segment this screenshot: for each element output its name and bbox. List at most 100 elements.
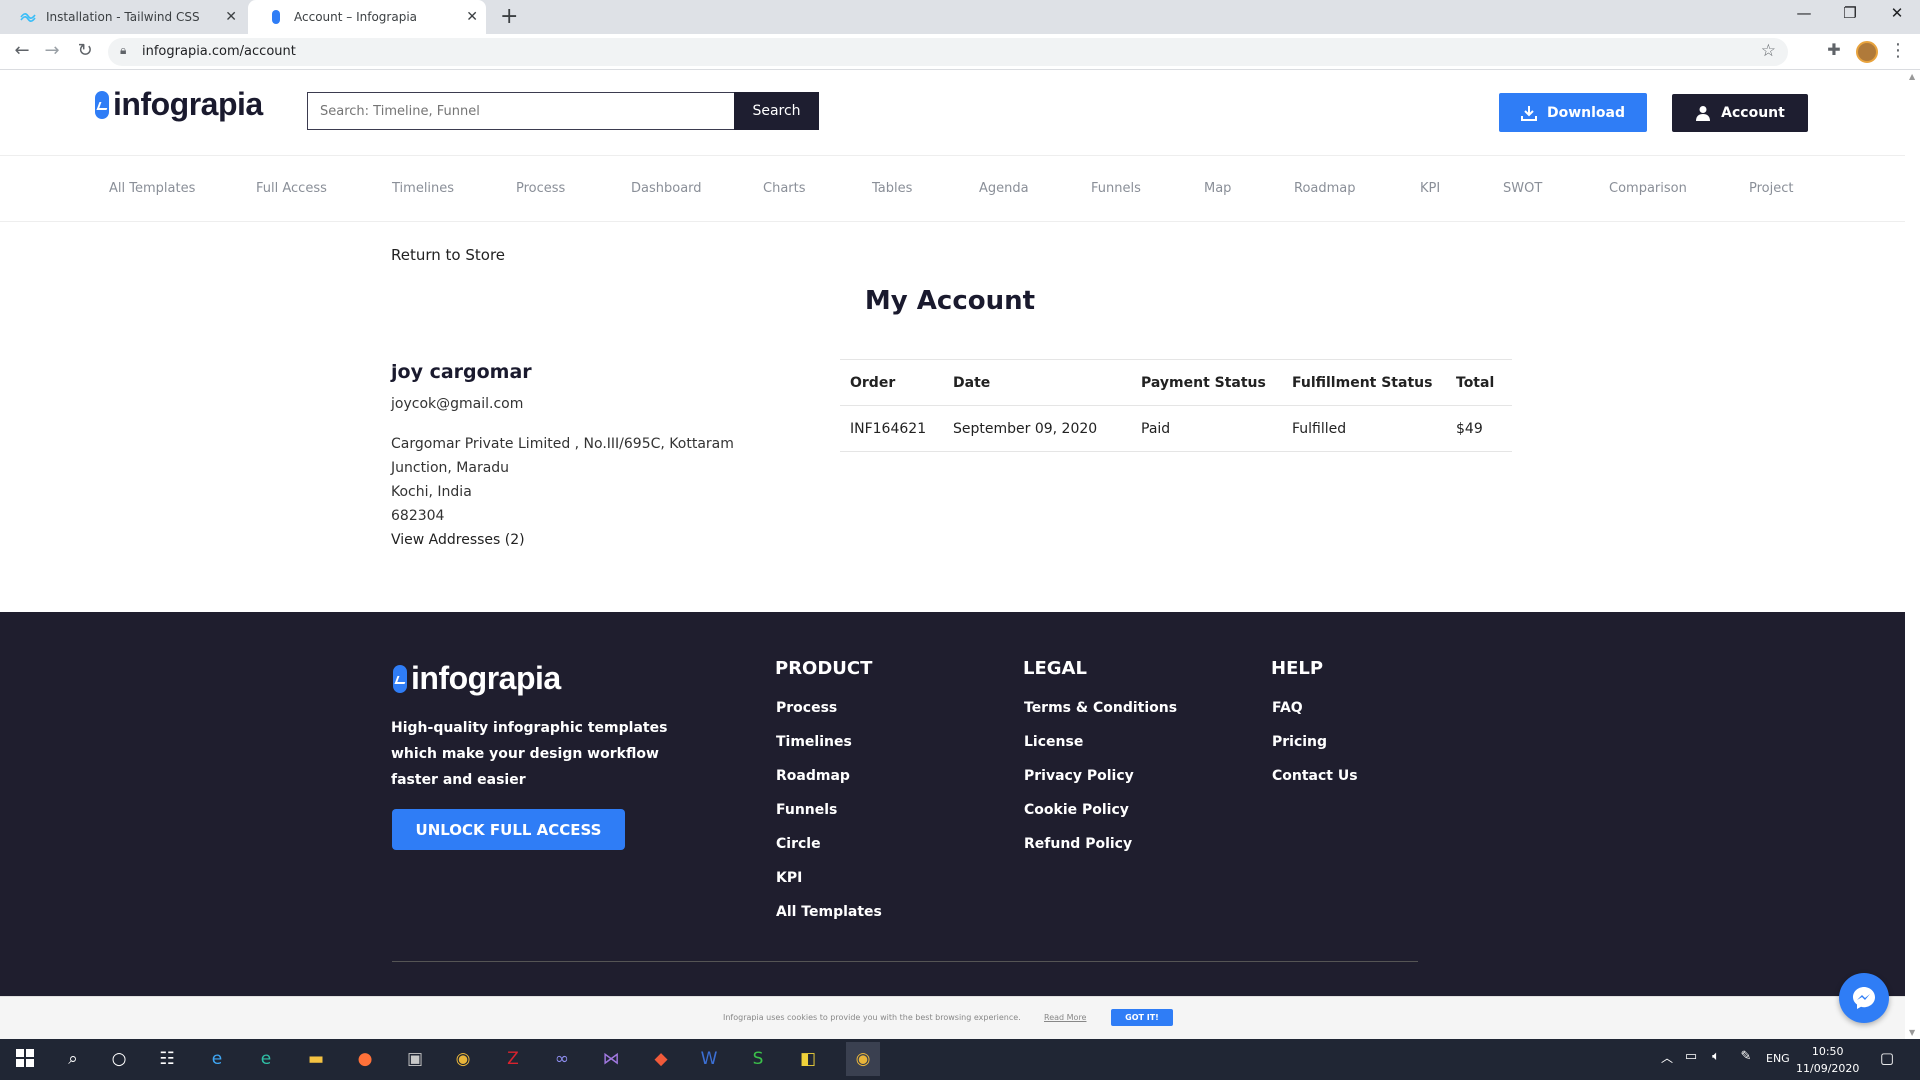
tray-chevron-icon[interactable]: ︿ xyxy=(1656,1049,1678,1071)
windows-start-icon[interactable] xyxy=(14,1049,36,1071)
firefox-icon[interactable]: ● xyxy=(354,1049,376,1071)
footer-link[interactable]: All Templates xyxy=(776,904,882,920)
user-name: joy cargomar xyxy=(391,361,532,383)
download-icon xyxy=(1520,105,1537,121)
visual-studio-icon[interactable]: ⋈ xyxy=(600,1049,622,1071)
clock-date: 11/09/2020 xyxy=(1796,1062,1860,1075)
footer-link[interactable]: Circle xyxy=(776,836,821,852)
footer-link[interactable]: Funnels xyxy=(776,802,837,818)
forward-icon[interactable]: → xyxy=(40,40,64,61)
footer-tagline: High-quality infographic templates which… xyxy=(391,720,668,788)
spreadsheet-icon[interactable]: S xyxy=(747,1049,769,1071)
notifications-icon[interactable]: ▢ xyxy=(1876,1049,1898,1071)
close-tab-icon[interactable]: ✕ xyxy=(466,9,478,25)
search-input[interactable] xyxy=(307,92,735,130)
more-menu-icon[interactable]: ⋮ xyxy=(1886,40,1910,61)
payment-status: Paid xyxy=(1131,405,1282,452)
close-tab-icon[interactable]: ✕ xyxy=(225,9,237,25)
nav-item[interactable]: Dashboard xyxy=(631,181,702,196)
account-button[interactable]: Account xyxy=(1672,94,1808,132)
browser-tab-account[interactable]: Account – Infograpia ✕ xyxy=(248,0,486,34)
search-icon[interactable]: ⌕ xyxy=(62,1049,84,1071)
cortana-icon[interactable]: ○ xyxy=(108,1049,130,1071)
got-it-button[interactable]: GOT IT! xyxy=(1111,1009,1173,1026)
return-to-store-link[interactable]: Return to Store xyxy=(391,246,505,264)
address-bar[interactable]: 🔒︎ infograpia.com/account ☆ xyxy=(108,38,1788,66)
restore-icon[interactable]: ❐ xyxy=(1827,4,1873,22)
order-number-link[interactable]: INF164621 xyxy=(840,405,943,452)
back-icon[interactable]: ← xyxy=(10,40,34,61)
system-clock[interactable]: 10:50 11/09/2020 xyxy=(1796,1043,1859,1077)
footer-link[interactable]: Pricing xyxy=(1272,734,1327,750)
volume-icon[interactable]: 🔈︎ xyxy=(1705,1049,1727,1071)
nav-item[interactable]: Agenda xyxy=(979,181,1029,196)
task-view-icon[interactable]: ☷ xyxy=(156,1049,178,1071)
extensions-icon[interactable]: ✚ xyxy=(1822,40,1846,59)
footer-link[interactable]: KPI xyxy=(776,870,802,886)
chrome-icon[interactable]: ◉ xyxy=(452,1049,474,1071)
footer-link[interactable]: Contact Us xyxy=(1272,768,1358,784)
footer-link[interactable]: Process xyxy=(776,700,837,716)
nav-item[interactable]: Project xyxy=(1749,181,1793,196)
nav-item[interactable]: Map xyxy=(1204,181,1231,196)
site-footer: infograpia High-quality infographic temp… xyxy=(0,612,1905,996)
column-header: Date xyxy=(943,359,1131,406)
address-line: Cargomar Private Limited , No.III/695C, … xyxy=(391,436,734,452)
profile-avatar[interactable] xyxy=(1856,41,1878,63)
table-header-row: Order Date Payment Status Fulfillment St… xyxy=(840,359,1512,406)
nav-item[interactable]: Funnels xyxy=(1091,181,1141,196)
file-explorer-icon[interactable]: ▬ xyxy=(305,1049,327,1071)
site-logo[interactable]: infograpia xyxy=(95,86,263,123)
footer-link[interactable]: Roadmap xyxy=(776,768,850,784)
footer-link[interactable]: FAQ xyxy=(1272,700,1303,716)
app-icon[interactable]: ◆ xyxy=(650,1049,672,1071)
nav-item[interactable]: Process xyxy=(516,181,565,196)
footer-link[interactable]: Timelines xyxy=(776,734,852,750)
footer-link[interactable]: License xyxy=(1024,734,1083,750)
clock-time: 10:50 xyxy=(1811,1045,1844,1058)
column-header: Total xyxy=(1446,359,1512,406)
word-icon[interactable]: W xyxy=(698,1049,720,1071)
read-more-link[interactable]: Read More xyxy=(1044,1013,1086,1022)
download-button[interactable]: Download xyxy=(1499,93,1647,132)
nav-item[interactable]: All Templates xyxy=(109,181,195,196)
new-tab-icon[interactable]: + xyxy=(500,4,518,29)
close-window-icon[interactable]: ✕ xyxy=(1874,4,1920,22)
footer-link[interactable]: Privacy Policy xyxy=(1024,768,1134,784)
page-scrollbar[interactable]: ▲ ▼ xyxy=(1905,70,1920,1039)
reload-icon[interactable]: ↻ xyxy=(73,40,97,61)
infinity-app-icon[interactable]: ∞ xyxy=(551,1049,573,1071)
app-icon[interactable]: ◧ xyxy=(797,1049,819,1071)
footer-link[interactable]: Cookie Policy xyxy=(1024,802,1129,818)
network-icon[interactable]: ▭ xyxy=(1680,1049,1702,1071)
app-icon[interactable]: ▣ xyxy=(404,1049,426,1071)
internet-explorer-icon[interactable]: e xyxy=(206,1049,228,1071)
search-button[interactable]: Search xyxy=(734,92,819,130)
view-addresses-link[interactable]: View Addresses (2) xyxy=(391,532,525,548)
footer-link[interactable]: Terms & Conditions xyxy=(1024,700,1177,716)
chrome-active-icon[interactable]: ◉ xyxy=(846,1042,880,1076)
edge-icon[interactable]: e xyxy=(255,1049,277,1071)
footer-link[interactable]: Refund Policy xyxy=(1024,836,1132,852)
nav-item[interactable]: SWOT xyxy=(1503,181,1542,196)
nav-item[interactable]: Roadmap xyxy=(1294,181,1356,196)
footer-logo[interactable]: infograpia xyxy=(393,660,561,697)
column-header: Order xyxy=(840,359,943,406)
nav-item[interactable]: Full Access xyxy=(256,181,327,196)
browser-tab-tailwind[interactable]: Installation - Tailwind CSS ✕ xyxy=(0,0,245,34)
nav-item[interactable]: Comparison xyxy=(1609,181,1687,196)
messenger-chat-button[interactable] xyxy=(1839,973,1889,1023)
windows-taskbar: ⌕ ○ ☷ e e ▬ ● ▣ ◉ Z ∞ ⋈ ◆ W S ◧ ◉ ︿ ▭ 🔈︎… xyxy=(0,1039,1920,1080)
nav-item[interactable]: Charts xyxy=(763,181,806,196)
nav-item[interactable]: Timelines xyxy=(392,181,454,196)
pen-icon[interactable]: ✎ xyxy=(1735,1049,1757,1071)
language-indicator[interactable]: ENG xyxy=(1766,1052,1790,1065)
order-date: September 09, 2020 xyxy=(943,405,1131,452)
filezilla-icon[interactable]: Z xyxy=(502,1049,524,1071)
minimize-icon[interactable]: — xyxy=(1781,4,1827,22)
nav-item[interactable]: KPI xyxy=(1420,181,1440,196)
nav-item[interactable]: Tables xyxy=(872,181,912,196)
fulfillment-status: Fulfilled xyxy=(1282,405,1446,452)
bookmark-star-icon[interactable]: ☆ xyxy=(1761,41,1776,61)
unlock-full-access-button[interactable]: UNLOCK FULL ACCESS xyxy=(392,809,625,850)
